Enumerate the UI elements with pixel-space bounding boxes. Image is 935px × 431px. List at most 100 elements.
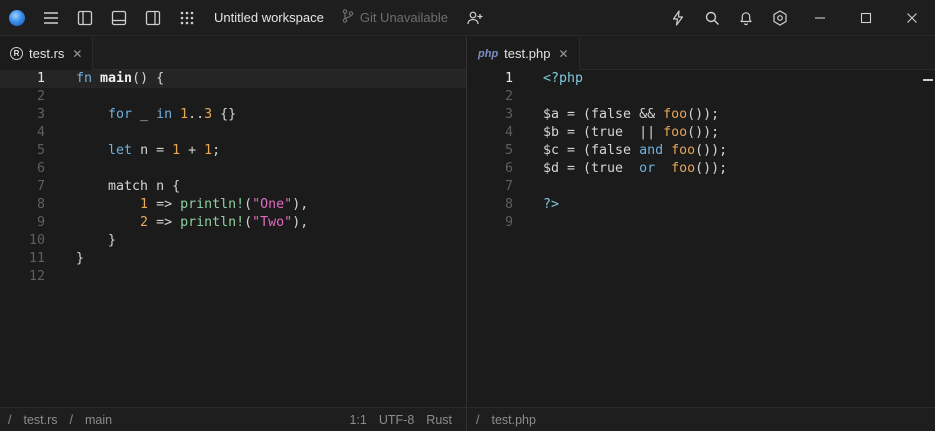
line-number: 3 — [504, 107, 513, 122]
right-panel-icon[interactable] — [136, 0, 170, 36]
code-token: foo — [663, 107, 688, 122]
code-token: let — [108, 143, 133, 158]
minimize-icon[interactable] — [797, 0, 843, 36]
git-status[interactable]: Git Unavailable — [342, 9, 448, 26]
line-number: 1 — [504, 71, 513, 86]
code-line: 1 fn main() { — [0, 70, 466, 88]
code-line: 11} — [0, 250, 466, 268]
maximize-icon[interactable] — [843, 0, 889, 36]
tab-test-rs[interactable]: R test.rs ✕ — [0, 37, 94, 70]
code-token: and — [639, 143, 664, 158]
menu-icon[interactable] — [34, 0, 68, 36]
code-line: 8 ?> — [468, 196, 935, 214]
code-token: {} — [212, 107, 237, 122]
code-token: n = — [132, 143, 173, 158]
code-token: or — [639, 161, 656, 176]
code-token: 2 — [140, 215, 149, 230]
settings-icon[interactable] — [763, 0, 797, 36]
code-token: ()); — [695, 143, 728, 158]
bottom-panel-icon[interactable] — [102, 0, 136, 36]
code-token: ), — [292, 197, 309, 212]
add-user-icon[interactable] — [458, 0, 492, 36]
code-line: 3 for _ in 1..3 {} — [0, 106, 466, 124]
code-line: 7 — [468, 178, 935, 196]
code-token: ), — [292, 215, 309, 230]
line-number: 9 — [504, 215, 513, 230]
code-token: ( — [244, 197, 253, 212]
code-token: fn — [76, 71, 93, 86]
code-token: "One" — [252, 197, 293, 212]
code-token: println! — [180, 215, 245, 230]
breadcrumb-file[interactable]: test.rs — [23, 413, 57, 427]
tab-bar: php test.php ✕ — [468, 37, 935, 70]
code-token: for — [108, 107, 133, 122]
code-token: in — [156, 107, 173, 122]
code-editor[interactable]: 1 <?php 2 3 $a = (false && foo()); 4 $b = (… — [468, 70, 935, 405]
app-logo[interactable] — [0, 0, 34, 36]
code-editor[interactable]: 1 fn main() { 2 3 for _ in 1..3 {} 4 5 le… — [0, 70, 466, 405]
workspace-title[interactable]: Untitled workspace — [214, 10, 324, 25]
line-number: 6 — [504, 161, 513, 176]
code-line: 5 $c = (false and foo()); — [468, 142, 935, 160]
line-number: 5 — [36, 143, 45, 158]
grid-icon[interactable] — [170, 0, 204, 36]
tab-label: test.php — [504, 46, 551, 61]
code-token: match n { — [108, 179, 181, 194]
code-line: 4 $b = (true || foo()); — [468, 124, 935, 142]
code-token: () { — [132, 71, 165, 86]
code-line: 9 — [468, 214, 935, 232]
php-file-icon: php — [478, 47, 499, 60]
line-number: 4 — [36, 125, 45, 140]
left-editor-pane: R test.rs ✕ 1 fn main() { 2 3 for _ in 1.… — [0, 37, 467, 431]
tab-label: test.rs — [29, 46, 65, 61]
code-line: 6 $d = (true or foo()); — [468, 160, 935, 178]
line-number: 7 — [36, 179, 45, 194]
close-icon[interactable]: ✕ — [558, 47, 568, 61]
code-token: ()); — [687, 107, 720, 122]
code-line: 8 1 => println!("One"), — [0, 196, 466, 214]
code-token: .. — [188, 107, 205, 122]
breadcrumb-root: / — [8, 412, 12, 427]
code-token: println! — [180, 197, 245, 212]
code-token: _ — [132, 107, 157, 122]
lightning-icon[interactable] — [661, 0, 695, 36]
line-number: 10 — [28, 233, 45, 248]
breadcrumb-file[interactable]: test.php — [491, 413, 535, 427]
line-number: 2 — [504, 89, 513, 104]
code-token: $b = (true || — [543, 125, 664, 140]
code-line: 4 — [0, 124, 466, 142]
title-bar: Untitled workspace Git Unavailable — [0, 0, 935, 36]
line-number: 3 — [36, 107, 45, 122]
code-token: foo — [663, 125, 688, 140]
close-icon[interactable] — [889, 0, 935, 36]
code-token: $d = (true — [543, 161, 640, 176]
line-number: 1 — [36, 71, 45, 86]
bell-icon[interactable] — [729, 0, 763, 36]
encoding[interactable]: UTF-8 — [379, 413, 414, 427]
left-panel-icon[interactable] — [68, 0, 102, 36]
code-token: => — [148, 197, 181, 212]
breadcrumb-symbol[interactable]: main — [85, 413, 112, 427]
code-token: foo — [671, 161, 696, 176]
rust-icon: R — [10, 47, 23, 60]
code-line: 12 — [0, 268, 466, 286]
line-number: 8 — [36, 197, 45, 212]
line-number: 12 — [28, 269, 45, 284]
cursor-position[interactable]: 1:1 — [349, 413, 366, 427]
code-token: main — [100, 71, 133, 86]
tab-test-php[interactable]: php test.php ✕ — [468, 37, 580, 70]
code-token: $c = (false — [543, 143, 640, 158]
language-mode[interactable]: Rust — [426, 413, 452, 427]
line-number: 9 — [36, 215, 45, 230]
code-token: 1 — [180, 107, 189, 122]
close-icon[interactable]: ✕ — [72, 47, 82, 61]
code-token: + — [180, 143, 205, 158]
code-token: 3 — [204, 107, 213, 122]
code-token: ?> — [543, 197, 560, 212]
git-status-label: Git Unavailable — [359, 10, 448, 25]
code-line: 3 $a = (false && foo()); — [468, 106, 935, 124]
search-icon[interactable] — [695, 0, 729, 36]
